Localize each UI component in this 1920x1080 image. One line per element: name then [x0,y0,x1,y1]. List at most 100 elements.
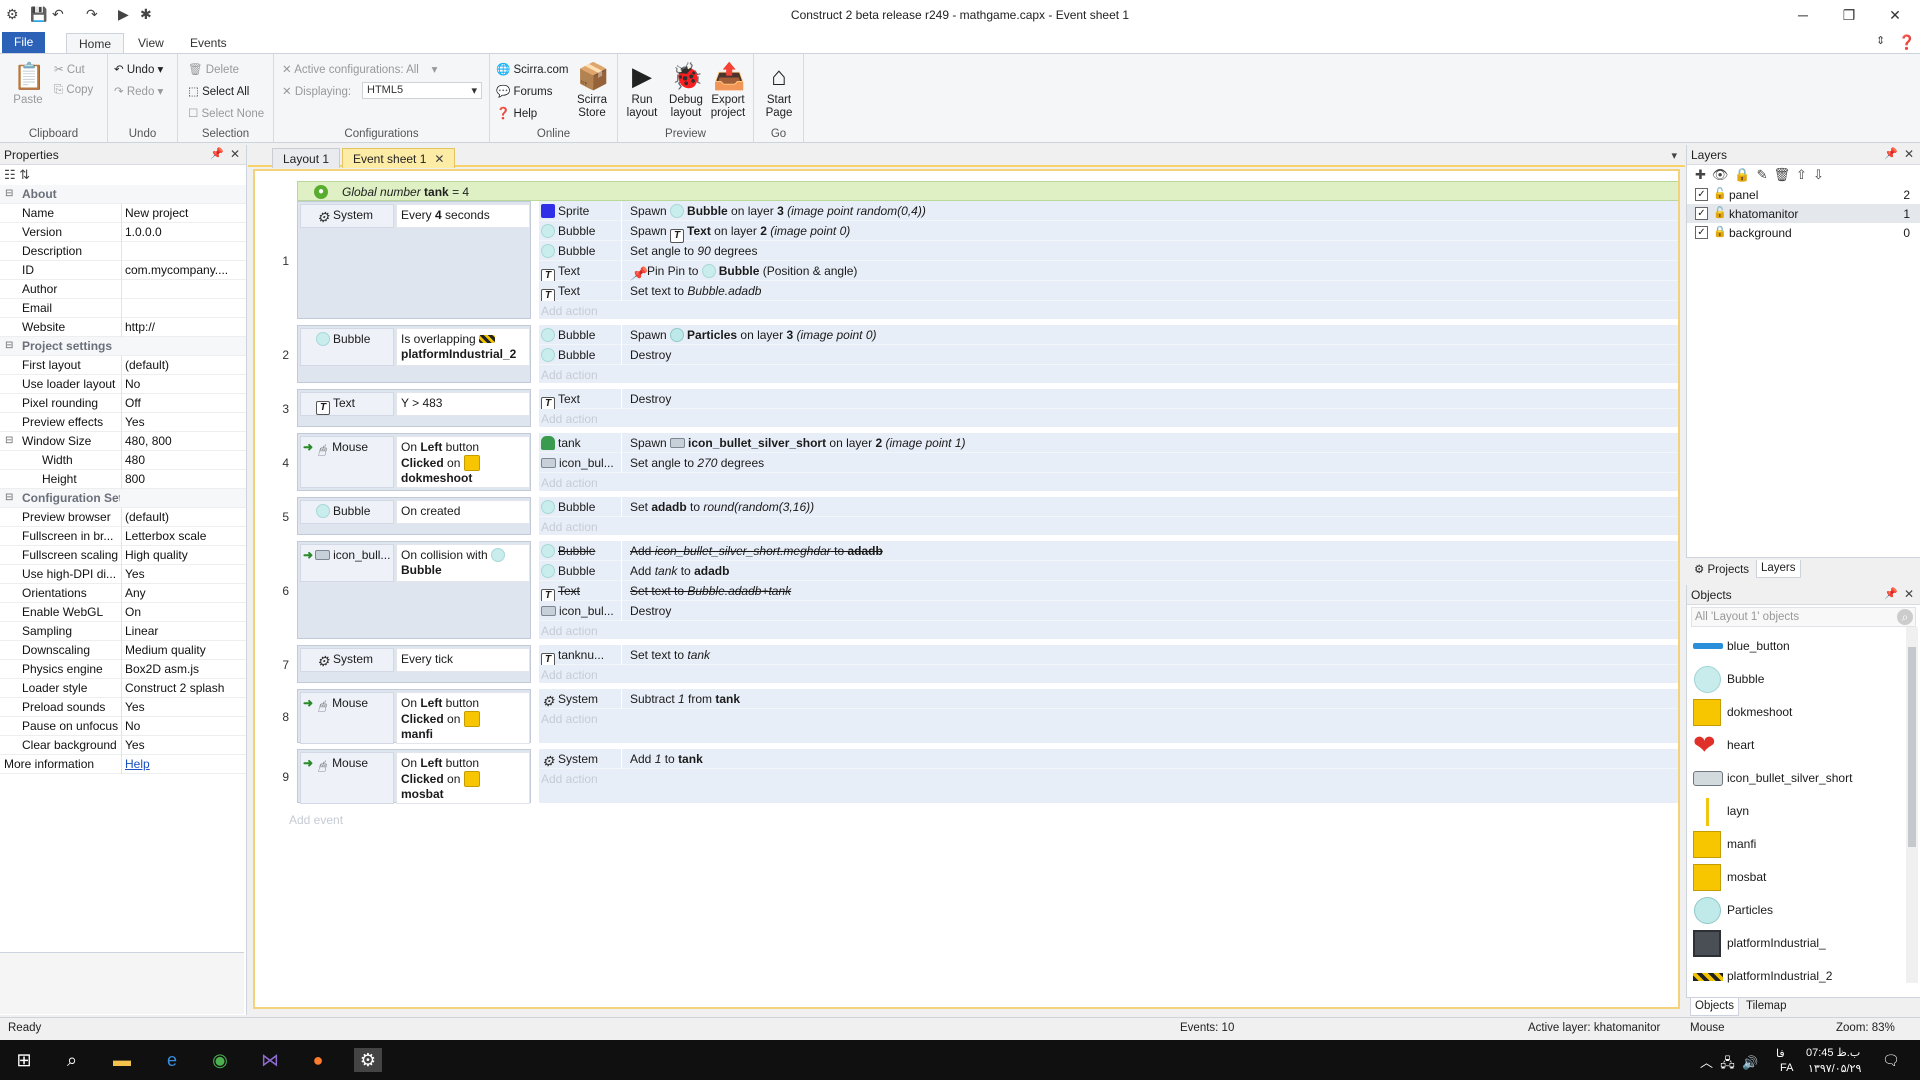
property-row[interactable]: Preview effects Yes [0,413,246,432]
run-layout-button[interactable]: ▶ Run layout [620,60,664,120]
property-value[interactable]: 1.0.0.0 [125,225,243,239]
property-row[interactable]: Pixel rounding Off [0,394,246,413]
action-row[interactable]: Bubble Add tank to adadb [539,561,1678,581]
close-button[interactable]: ✕ [1880,4,1910,26]
action-object[interactable]: Bubble [539,497,619,517]
tray-lang[interactable]: فا [1776,1047,1785,1060]
add-action-link[interactable]: Add action [541,668,598,682]
event-conditions[interactable]: ⚙ System Every tick [297,645,531,683]
condition-object[interactable]: Bubble [300,328,394,366]
condition-text[interactable]: Every 4 seconds [396,204,530,228]
start-page-button[interactable]: ⌂ Start Page [757,60,801,120]
action-text[interactable]: Set angle to 270 degrees [621,453,772,473]
collapse-icon[interactable]: ⊟ [5,435,13,446]
property-row[interactable]: Orientations Any [0,584,246,603]
action-text[interactable]: Set adadb to round(random(3,16)) [621,497,822,517]
collapse-icon[interactable]: ⊟ [5,188,13,199]
property-value[interactable]: com.mycompany.... [125,263,243,277]
minimize-button[interactable]: ─ [1788,4,1818,26]
file-explorer-icon[interactable]: ▬ [108,1048,136,1072]
action-row[interactable]: T Text Set text to Bubble.adadb [539,281,1678,301]
property-value[interactable]: High quality [125,548,243,562]
property-row[interactable]: Author [0,280,246,299]
displaying-select[interactable]: HTML5 ▾ [362,82,482,99]
tab-view[interactable]: View [126,33,176,54]
condition-text[interactable]: On collision with Bubble [396,544,530,582]
condition-object[interactable]: Bubble [300,500,394,524]
action-text[interactable]: Set text to tank [621,645,718,665]
tab-file[interactable]: File [2,32,46,53]
pin-icon[interactable]: 📌 [1884,147,1898,160]
property-row[interactable]: ⊟ Window Size 480, 800 [0,432,246,451]
event-conditions[interactable]: ➜ 🖱 Mouse On Left button Clicked on dokmesh… [297,433,531,491]
pin-icon[interactable]: 📌 [1884,587,1898,600]
unlock-icon[interactable]: 🔓 [1713,187,1727,200]
property-row[interactable]: Downscaling Medium quality [0,641,246,660]
add-action-link[interactable]: Add action [541,368,598,382]
property-row[interactable]: Preload sounds Yes [0,698,246,717]
condition-object[interactable]: ➜ 🖱 Mouse [300,692,394,744]
firefox-icon[interactable]: ● [304,1048,332,1072]
property-row[interactable]: Name New project [0,204,246,223]
tab-layers[interactable]: Layers [1756,560,1801,578]
action-row[interactable]: tank Spawn icon_bullet_silver_short on l… [539,433,1678,453]
condition-object[interactable]: T Text [300,392,394,416]
add-action-link[interactable]: Add action [541,624,598,638]
pin-icon[interactable]: 📌 [210,147,224,160]
action-object[interactable]: Bubble [539,561,619,581]
action-object[interactable]: Ttanknu... [539,645,619,665]
edge-icon[interactable]: e [158,1048,186,1072]
active-configurations-dropdown[interactable]: ✕ Active configurations: All ▾ [282,62,437,76]
action-text[interactable]: Destroy [621,389,679,409]
event-conditions[interactable]: ➜ icon_bull... On collision with Bubble [297,541,531,639]
object-item[interactable]: mosbat [1687,860,1920,893]
property-category[interactable]: ⊟ Project settings [0,337,246,356]
collapse-icon[interactable]: ⊟ [5,492,13,503]
action-object[interactable]: T Text [539,261,619,281]
action-object[interactable]: Bubble [539,345,619,365]
action-text[interactable]: Spawn Particles on layer 3 (image point … [621,325,885,345]
property-value[interactable]: On [125,605,243,619]
action-row[interactable]: T Text Destroy [539,389,1678,409]
action-text[interactable]: Add tank to adadb [621,561,737,581]
property-value[interactable]: Yes [125,738,243,752]
property-value[interactable]: http:// [125,320,243,334]
condition-object[interactable]: ➜ 🖱 Mouse [300,436,394,488]
paste-button[interactable]: 📋 Paste [6,60,50,107]
object-item[interactable]: Particles [1687,893,1920,926]
property-value[interactable]: (default) [125,510,243,524]
action-object[interactable]: Bubble [539,541,619,561]
action-row[interactable]: icon_bul... Set angle to 270 degrees [539,453,1678,473]
action-text[interactable]: Set text to Bubble.adadb [621,281,769,301]
action-row[interactable]: T Text Set text to Bubble.adadb+tank [539,581,1678,601]
copy-button[interactable]: ⎘ Copy [54,84,93,97]
action-object[interactable]: Bubble [539,241,619,261]
delete-icon[interactable]: 🗑 [1774,167,1797,182]
property-category[interactable]: ⊟ About [0,185,246,204]
notifications-icon[interactable]: 🗨 [1882,1052,1900,1069]
add-action-link[interactable]: Add action [541,712,598,726]
action-row[interactable]: Ttanknu... Set text to tank [539,645,1678,665]
condition-row[interactable]: T Text Y > 483 [298,392,530,416]
collapse-icon[interactable]: ⊟ [5,340,13,351]
tab-tilemap[interactable]: Tilemap [1742,998,1790,1016]
property-value[interactable]: Yes [125,567,243,581]
action-text[interactable]: Set angle to 90 degrees [621,241,765,261]
tab-home[interactable]: Home [66,33,125,54]
property-row[interactable]: First layout (default) [0,356,246,375]
chevron-down-icon[interactable]: ▾ [1671,149,1677,162]
move-down-icon[interactable]: ⇩ [1813,167,1830,182]
action-object[interactable]: T Text [539,581,619,601]
layer-visible-checkbox[interactable]: ✓ [1695,226,1708,239]
close-icon[interactable]: ✕ [230,147,240,161]
condition-text[interactable]: On Left button Clicked on manfi [396,692,530,744]
add-event-link[interactable]: Add event [289,813,343,827]
add-action-link[interactable]: Add action [541,412,598,426]
condition-text[interactable]: Y > 483 [396,392,530,416]
action-text[interactable]: Subtract 1 from tank [621,689,748,709]
eye-icon[interactable]: 👁 [1712,167,1735,182]
condition-text[interactable]: Is overlapping platformIndustrial_2 [396,328,530,366]
object-item[interactable]: icon_bullet_silver_short [1687,761,1920,794]
tab-event-sheet-1[interactable]: Event sheet 1 ✕ [342,148,456,168]
tab-events[interactable]: Events [178,33,239,54]
